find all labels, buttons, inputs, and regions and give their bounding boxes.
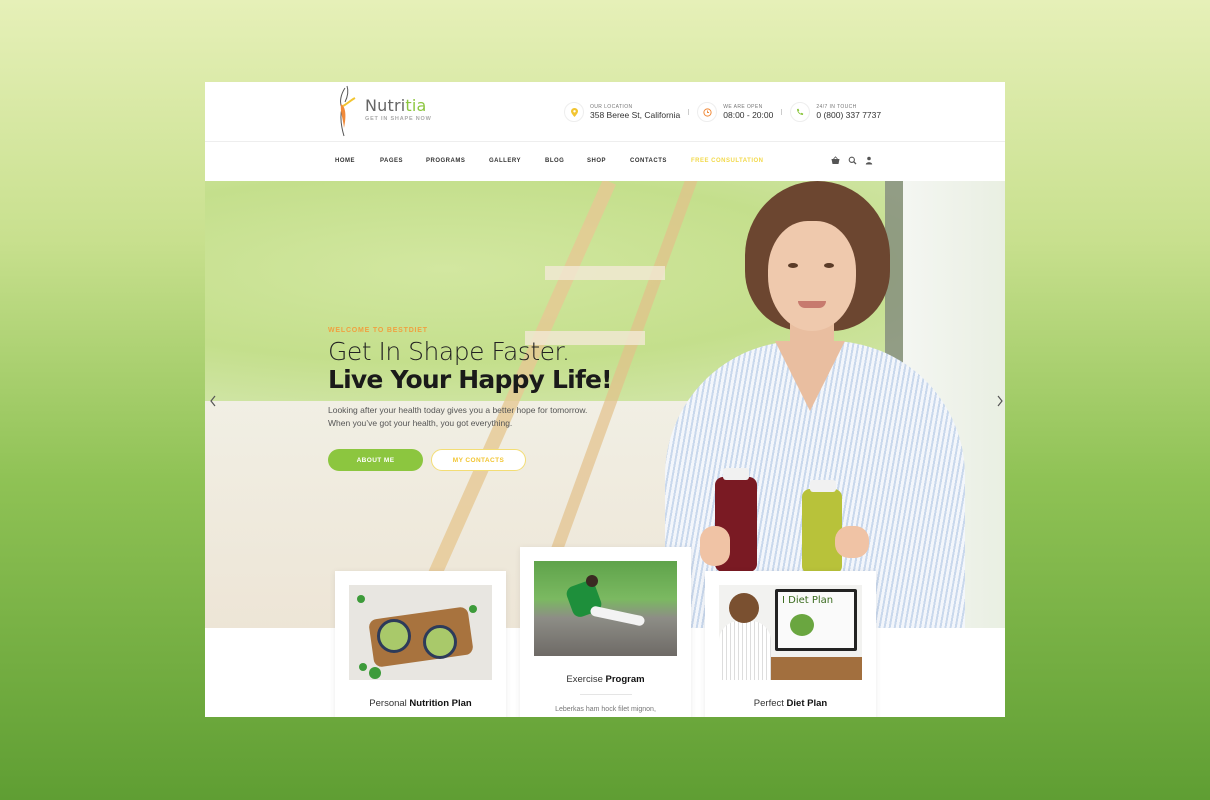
contact-info: OUR LOCATION 358 Beree St, California WE… [564,102,881,122]
header-top: Nutritia GET IN SHAPE NOW OUR LOCATION 3… [205,82,1005,142]
basket-icon[interactable] [831,156,840,167]
about-me-button[interactable]: ABOUT ME [328,449,423,471]
hero-eyebrow: WELCOME TO BESTDIET [328,327,428,334]
hero-title-line1: Get In Shape Faster. [328,337,570,366]
card-image-diet: I Diet Plan [719,585,862,680]
hero-title-line2: Live Your Happy Life! [328,365,613,394]
user-icon[interactable] [865,156,873,167]
slider-next-arrow-icon[interactable] [996,394,1004,413]
nav-shop[interactable]: SHOP [587,158,630,164]
clock-icon [697,102,718,122]
card-title: Personal Nutrition Plan [369,698,472,709]
divider [688,109,690,115]
phone-icon [790,102,811,122]
juice-bottle-green [802,480,842,574]
card-image-food [349,585,492,680]
nav-programs[interactable]: PROGRAMS [426,158,489,164]
search-icon[interactable] [848,156,857,167]
card-title: Perfect Diet Plan [753,698,828,709]
hero-description: Looking after your health today gives yo… [328,405,588,428]
main-nav: HOME PAGES PROGRAMS GALLERY BLOG SHOP CO… [205,143,1005,181]
nav-gallery[interactable]: GALLERY [489,158,545,164]
divider [580,694,632,695]
contact-hours: WE ARE OPEN 08:00 - 20:00 [697,102,773,122]
nav-blog[interactable]: BLOG [545,158,587,164]
my-contacts-button[interactable]: MY CONTACTS [431,449,526,471]
card-title: Exercise Program [566,674,645,685]
nav-home[interactable]: HOME [335,158,380,164]
card-diet-plan[interactable]: I Diet Plan Perfect Diet Plan [705,571,876,717]
contact-location: OUR LOCATION 358 Beree St, California [564,102,680,122]
nav-free-consultation[interactable]: FREE CONSULTATION [691,158,781,164]
nav-pages[interactable]: PAGES [380,158,426,164]
card-image-exercise [534,561,677,656]
divider [781,109,783,115]
card-description: Leberkas ham hock filet mignon, [555,706,656,713]
logo[interactable]: Nutritia GET IN SHAPE NOW [335,84,432,137]
card-nutrition-plan[interactable]: Personal Nutrition Plan [335,571,506,717]
brand-tagline: GET IN SHAPE NOW [365,116,432,122]
card-exercise-program[interactable]: Exercise Program Leberkas ham hock filet… [520,547,691,717]
hero-content: WELCOME TO BESTDIET Get In Shape Faster.… [328,327,628,471]
contact-phone[interactable]: 24/7 IN TOUCH 0 (800) 337 7737 [790,102,881,122]
website-preview: Nutritia GET IN SHAPE NOW OUR LOCATION 3… [205,82,1005,717]
brand-name: Nutritia [365,96,427,115]
logo-figure-icon [335,84,357,137]
slider-prev-arrow-icon[interactable] [209,394,217,413]
nav-contacts[interactable]: CONTACTS [630,158,691,164]
map-pin-icon [564,102,584,122]
